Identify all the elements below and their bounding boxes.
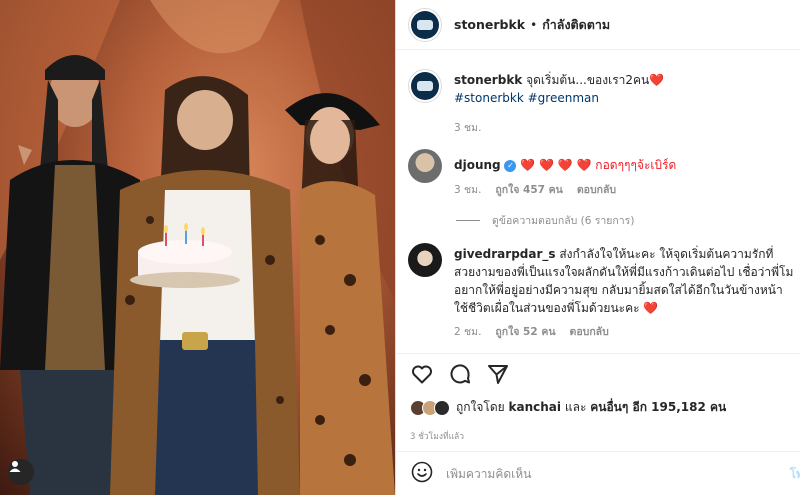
view-replies-button[interactable]: ดูข้อความตอบกลับ (6 รายการ) [456, 212, 634, 229]
header-separator: • [530, 17, 538, 32]
caption-time[interactable]: 3 ชม. [454, 119, 481, 136]
comment-likes[interactable]: ถูกใจ 457 คน [495, 181, 562, 198]
comments-list[interactable]: stonerbkk จุดเริ่มต้น...ของเรา2คน❤️ #sto… [396, 51, 800, 353]
post-timestamp[interactable]: 3 ชั่วโมงที่แล้ว [410, 429, 464, 443]
post-comment-button[interactable]: โพ [790, 465, 800, 484]
comment-time[interactable]: 3 ชม. [454, 181, 481, 198]
likes-summary[interactable]: ถูกใจโดย kanchai และ คนอื่นๆ อีก 195,182… [410, 398, 726, 417]
caption-avatar[interactable] [408, 69, 442, 103]
caption-meta: 3 ชม. [454, 119, 481, 136]
comment-meta: 3 ชม. ถูกใจ 457 คน ตอบกลับ [454, 181, 616, 198]
replies-line [456, 220, 480, 221]
commenter-avatar[interactable] [408, 149, 442, 183]
commenter-username[interactable]: djoung [454, 158, 501, 172]
comment-likes[interactable]: ถูกใจ 52 คน [495, 323, 555, 340]
comment-icon[interactable] [448, 362, 472, 386]
post-actions: ถูกใจโดย kanchai และ คนอื่นๆ อีก 195,182… [396, 353, 800, 495]
comment-text: ❤️ ❤️ ❤️ ❤️ กอดๆๆๆจ้ะเบิร์ด [520, 158, 677, 172]
caption-text: จุดเริ่มต้น...ของเรา2คน [526, 73, 650, 87]
caption-heart-emoji: ❤️ [649, 73, 665, 87]
user-tag-icon[interactable] [8, 459, 34, 485]
caption-hashtags[interactable]: #stonerbkk #greenman [454, 91, 599, 105]
likes-middle: และ [564, 400, 587, 414]
likes-others-count[interactable]: คนอื่นๆ อีก 195,182 คน [590, 400, 726, 414]
likes-prefix: ถูกใจโดย [456, 400, 505, 414]
following-button[interactable]: กำลังติดตาม [542, 15, 610, 35]
author-username[interactable]: stonerbkk [454, 17, 525, 32]
author-avatar[interactable] [408, 7, 442, 42]
comment-meta: 2 ชม. ถูกใจ 52 คน ตอบกลับ [454, 323, 609, 340]
comment-item: djoung ✓ ❤️ ❤️ ❤️ ❤️ กอดๆๆๆจ้ะเบิร์ด [408, 149, 794, 183]
view-replies-label: ดูข้อความตอบกลับ (6 รายการ) [492, 215, 635, 227]
liker-username[interactable]: kanchai [509, 400, 562, 414]
reply-button[interactable]: ตอบกลับ [570, 323, 609, 340]
liker-avatar [434, 399, 450, 416]
reply-button[interactable]: ตอบกลับ [577, 181, 616, 198]
add-comment-bar: โพ [396, 451, 800, 495]
commenter-username[interactable]: givedrarpdar_s [454, 247, 556, 261]
commenter-avatar[interactable] [408, 243, 442, 277]
comment-item: givedrarpdar_s ส่งกำลังใจให้นะคะ ให้จุดเ… [408, 243, 794, 317]
heart-icon[interactable] [410, 362, 434, 386]
comment-time[interactable]: 2 ชม. [454, 323, 481, 340]
post-header: stonerbkk • กำลังติดตาม [396, 0, 800, 50]
comment-input[interactable] [446, 467, 776, 481]
verified-badge-icon: ✓ [504, 159, 517, 172]
photo-illustration [0, 0, 395, 495]
caption-username[interactable]: stonerbkk [454, 73, 522, 87]
caption: stonerbkk จุดเริ่มต้น...ของเรา2คน❤️ #sto… [408, 69, 794, 107]
emoji-icon[interactable] [410, 460, 434, 488]
post-photo[interactable] [0, 0, 395, 495]
post-sidebar: stonerbkk • กำลังติดตาม stonerbkk จุดเริ… [396, 0, 800, 495]
share-icon[interactable] [486, 362, 510, 386]
